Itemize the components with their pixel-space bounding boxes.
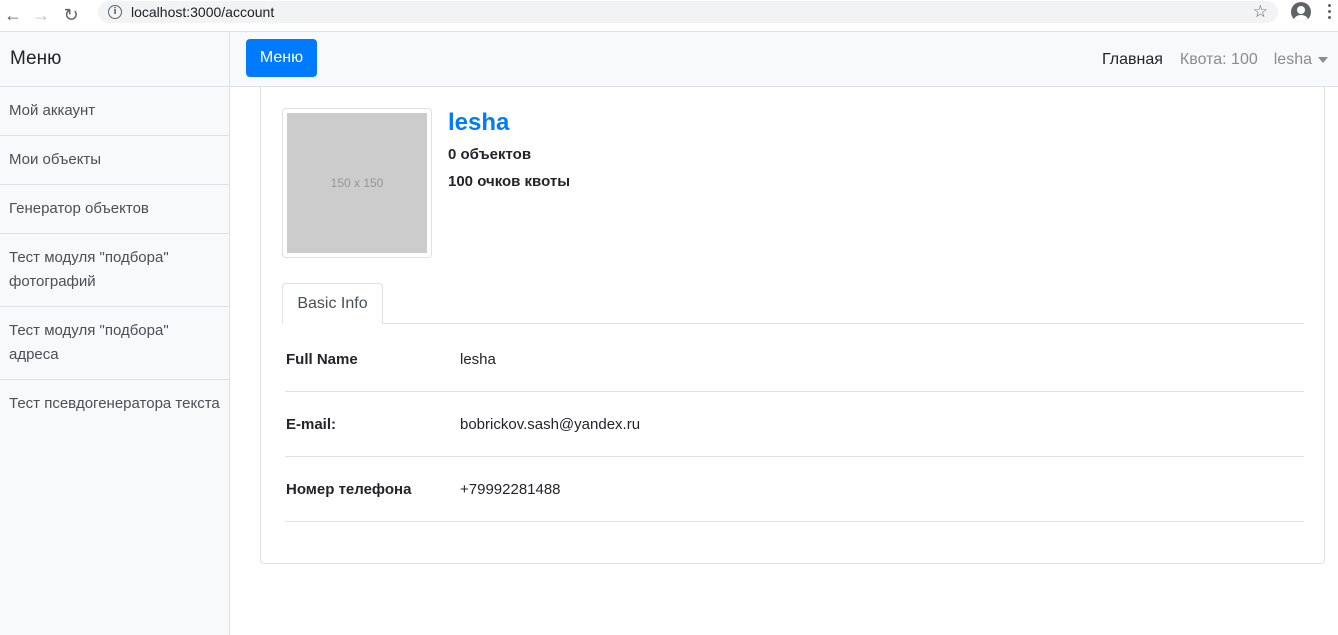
info-value: bobrickov.sash@yandex.ru <box>460 415 641 433</box>
avatar-placeholder: 150 x 150 <box>287 113 427 253</box>
tab-bar: Basic Info <box>282 283 1304 324</box>
menu-toggle-button[interactable]: Меню <box>246 39 317 77</box>
info-row-full-name: Full Name lesha <box>285 327 1304 392</box>
user-dropdown[interactable]: lesha <box>1274 51 1328 69</box>
navbar-links: Главная Квота: 100 lesha <box>1102 32 1328 87</box>
sidebar: Меню Мой аккаунт Мои объекты Генератор о… <box>0 32 230 635</box>
browser-toolbar: ← → ↻ i localhost:3000/account ☆ <box>0 0 1338 32</box>
forward-icon[interactable]: → <box>26 4 56 28</box>
user-dropdown-label: lesha <box>1273 50 1312 68</box>
info-icon[interactable]: i <box>108 5 122 19</box>
address-bar[interactable]: i localhost:3000/account ☆ <box>98 1 1278 23</box>
avatar: 150 x 150 <box>282 108 432 258</box>
reload-icon[interactable]: ↻ <box>56 4 86 28</box>
info-label: Номер телефона <box>286 480 412 498</box>
bookmark-star-icon[interactable]: ☆ <box>1253 2 1268 22</box>
info-value: +79992281488 <box>460 480 561 498</box>
sidebar-heading: Меню <box>0 32 229 87</box>
info-row-email: E-mail: bobrickov.sash@yandex.ru <box>285 392 1304 457</box>
sidebar-item-object-generator[interactable]: Генератор объектов <box>0 185 229 234</box>
more-menu-icon[interactable] <box>1328 4 1332 19</box>
caret-down-icon <box>1318 57 1328 63</box>
sidebar-item-my-account[interactable]: Мой аккаунт <box>0 87 229 136</box>
nav-home-link[interactable]: Главная <box>1102 51 1163 69</box>
info-label: E-mail: <box>286 415 337 433</box>
info-row-phone: Номер телефона +79992281488 <box>285 457 1304 522</box>
profile-quota: 100 очков квоты <box>448 173 571 190</box>
sidebar-item-photo-test[interactable]: Тест модуля "подбора" фотографий <box>0 234 229 307</box>
nav-quota: Квота: 100 <box>1179 50 1258 68</box>
sidebar-item-my-objects[interactable]: Мои объекты <box>0 136 229 185</box>
info-value: lesha <box>460 350 496 368</box>
account-icon[interactable] <box>1291 2 1311 22</box>
profile-objects-count: 0 объектов <box>448 146 532 163</box>
back-icon[interactable]: ← <box>0 4 26 28</box>
top-navbar: Меню Главная Квота: 100 lesha <box>230 32 1338 87</box>
address-url[interactable]: localhost:3000/account <box>131 4 274 20</box>
sidebar-item-address-test[interactable]: Тест модуля "подбора" адреса <box>0 307 229 380</box>
tab-basic-info[interactable]: Basic Info <box>282 283 383 324</box>
profile-name: lesha <box>448 109 510 136</box>
profile-card: 150 x 150 lesha 0 объектов 100 очков кво… <box>260 87 1325 564</box>
info-label: Full Name <box>286 350 358 368</box>
sidebar-item-text-generator-test[interactable]: Тест псевдогенератора текста <box>0 380 229 428</box>
